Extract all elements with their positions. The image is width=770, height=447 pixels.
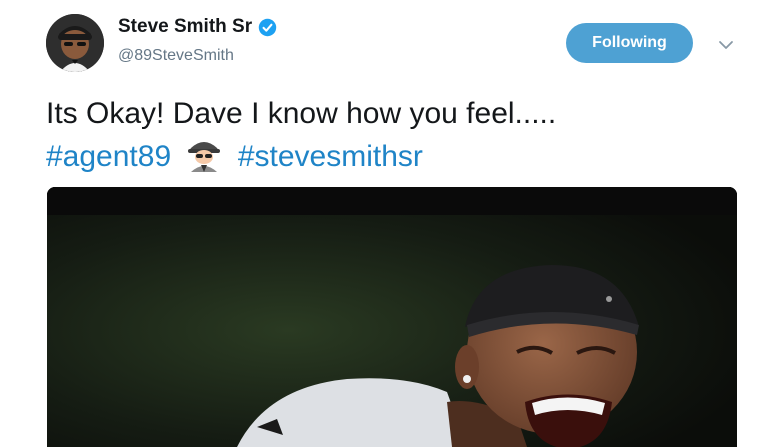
tweet-body: Its Okay! Dave I know how you feel..... [46,97,557,130]
following-button[interactable]: Following [566,23,693,63]
verified-badge-icon [258,18,277,37]
chevron-down-icon[interactable] [716,35,736,55]
author-name-row[interactable]: Steve Smith Sr [118,16,277,38]
tweet-hashtag-line: #agent89 #stevesmithsr [46,134,746,177]
hashtag-link[interactable]: #stevesmithsr [238,140,423,173]
hashtag-link[interactable]: #agent89 [46,140,171,173]
photo-content [47,187,737,447]
display-name[interactable]: Steve Smith Sr [118,16,252,38]
tweet-text: Its Okay! Dave I know how you feel..... … [46,93,746,177]
avatar-illustration [46,14,104,72]
sleuth-emoji-icon [185,134,223,172]
tweet-photo[interactable] [47,187,737,447]
avatar[interactable] [46,14,104,72]
user-handle[interactable]: @89SteveSmith [118,47,234,65]
